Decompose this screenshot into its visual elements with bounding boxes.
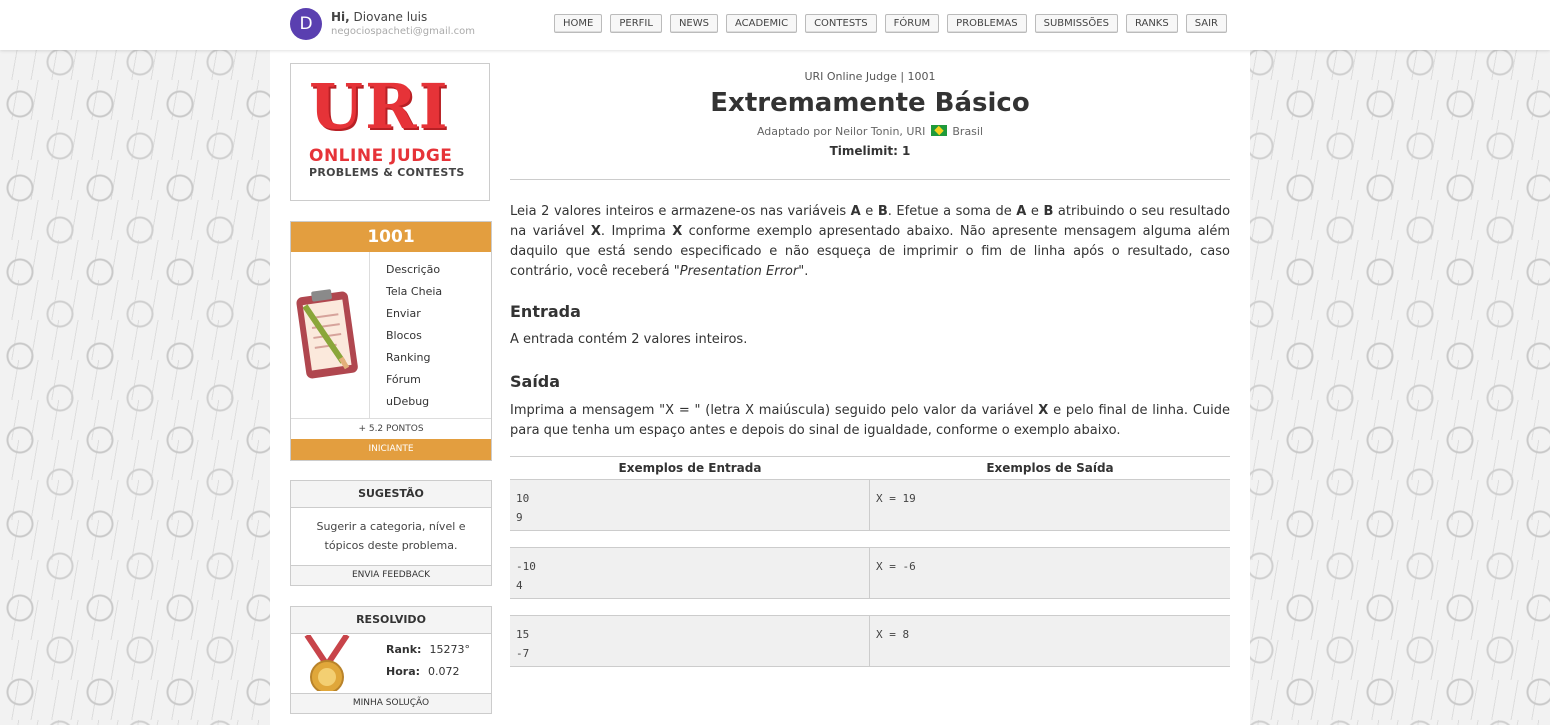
user-avatar[interactable]: D [290,8,322,40]
example-row: 10 9 X = 19 [510,479,1230,531]
menu-forum[interactable]: Fórum [370,369,492,391]
time-label: Hora: [386,665,421,678]
divider [510,179,1230,180]
menu-descricao[interactable]: Descrição [370,259,492,281]
uri-logo[interactable]: URI ONLINE JUDGE PROBLEMS & CONTESTS [290,63,490,201]
nav-home[interactable]: HOME [554,14,603,33]
page-title: Extremamente Básico [710,88,1030,118]
rank-label: Rank: [386,643,422,656]
menu-udebug[interactable]: uDebug [370,391,492,413]
greeting-prefix: Hi, [331,10,350,24]
examples-table: Exemplos de Entrada Exemplos de Saída 10… [510,456,1230,683]
time-value: 0.072 [428,665,460,678]
output-heading: Saída [510,372,561,391]
problem-level: INICIANTE [291,439,491,460]
user-name: Diovane luis [353,10,428,24]
menu-blocos[interactable]: Blocos [370,325,492,347]
menu-ranking[interactable]: Ranking [370,347,492,369]
examples-output-header: Exemplos de Saída [986,461,1114,475]
resolved-time: Hora: 0.072 [386,665,460,678]
menu-enviar[interactable]: Enviar [370,303,492,325]
logo-tagline: PROBLEMS & CONTESTS [309,166,465,179]
nav-news[interactable]: NEWS [669,14,718,33]
suggestion-box: SUGESTÃO Sugerir a categoria, nível e tó… [290,480,492,586]
nav-submissoes[interactable]: SUBMISSÕES [1034,14,1118,33]
examples-header: Exemplos de Entrada Exemplos de Saída [510,456,1230,479]
resolved-title: RESOLVIDO [291,607,491,634]
problem-info-box: 1001 Descrição Tela Cheia Enviar Blocos … [290,221,492,461]
top-bar: D Hi, Diovane luis negociospacheti@gmail… [0,0,1550,50]
output-text: Imprima a mensagem "X = " (letra X maiús… [510,403,1230,438]
author-text: Adaptado por Neilor Tonin, URI [756,125,926,138]
resolved-rank: Rank: 15273° [386,643,470,656]
logo-online-judge: ONLINE JUDGE [309,146,453,166]
timelimit: Timelimit: 1 [829,144,911,158]
nav-perfil[interactable]: PERFIL [610,14,662,33]
logo-uri-text: URI [309,70,450,143]
breadcrumb: URI Online Judge | 1001 [804,70,936,83]
my-solution-button[interactable]: MINHA SOLUÇÃO [291,693,491,713]
nav-academic[interactable]: ACADEMIC [725,14,798,33]
user-email: negociospacheti@gmail.com [331,26,476,37]
example-output: X = -6 [876,560,916,573]
nav-sair[interactable]: SAIR [1185,14,1227,33]
main-nav: HOME PERFIL NEWS ACADEMIC CONTESTS FÓRUM… [554,14,1227,33]
problem-points: + 5.2 PONTOS [291,418,491,439]
example-input: 10 9 [510,480,870,530]
input-text: A entrada contém 2 valores inteiros. [510,332,748,347]
nav-ranks[interactable]: RANKS [1125,14,1178,33]
suggestion-title: SUGESTÃO [291,481,491,508]
problem-number: 1001 [291,222,491,252]
rank-value: 15273° [429,643,470,656]
nav-forum[interactable]: FÓRUM [884,14,940,33]
suggestion-text: Sugerir a categoria, nível e tópicos des… [316,520,466,552]
example-input: 15 -7 [510,616,870,666]
user-greeting: Hi, Diovane luis [331,10,427,24]
resolved-box: RESOLVIDO Rank: 15273° Hora: 0.072 MINHA S… [290,606,492,714]
clipboard-icon [296,289,358,379]
example-row: 15 -7 X = 8 [510,615,1230,667]
input-heading: Entrada [510,302,581,321]
menu-tela-cheia[interactable]: Tela Cheia [370,281,492,303]
problem-author: Adaptado por Neilor Tonin, URI Brasil [510,125,1230,138]
example-output: X = 19 [876,492,916,505]
author-country: Brasil [952,125,984,138]
example-output: X = 8 [876,628,910,641]
example-row: -10 4 X = -6 [510,547,1230,599]
problem-menu: Descrição Tela Cheia Enviar Blocos Ranki… [369,252,492,418]
medal-icon [304,635,350,691]
main-column: URI ONLINE JUDGE PROBLEMS & CONTESTS 100… [270,50,1250,725]
examples-input-header: Exemplos de Entrada [618,461,762,475]
brazil-flag-icon [930,125,947,136]
problem-description: Leia 2 valores inteiros e armazene-os na… [510,204,1231,279]
send-feedback-button[interactable]: ENVIA FEEDBACK [291,565,491,585]
example-input: -10 4 [510,548,870,598]
nav-problemas[interactable]: PROBLEMAS [947,14,1027,33]
nav-contests[interactable]: CONTESTS [805,14,877,33]
